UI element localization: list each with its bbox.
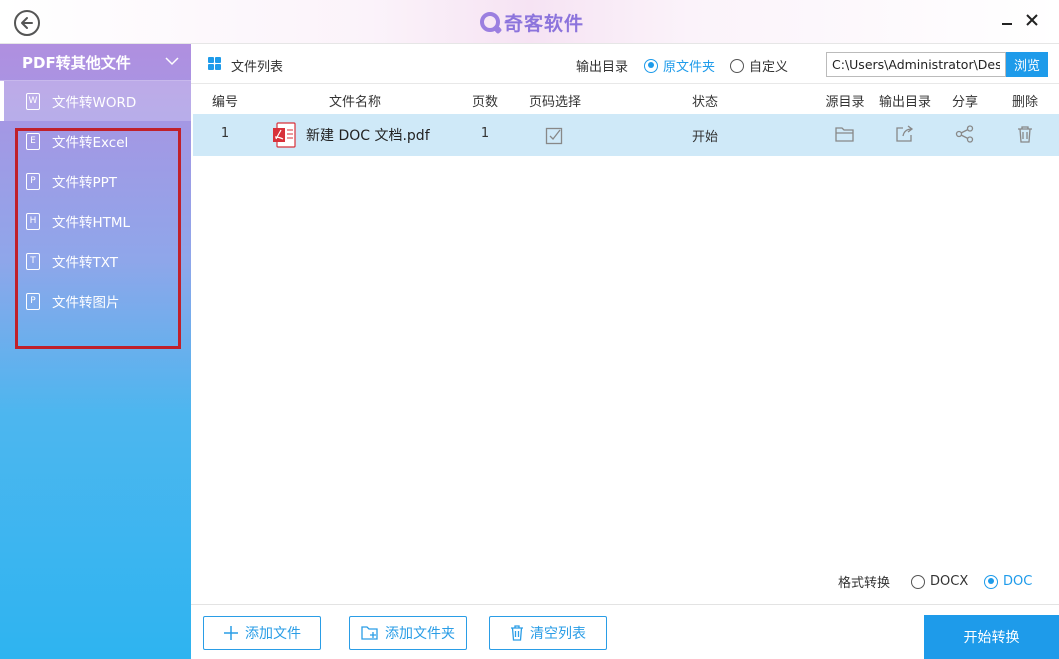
word-file-icon: W	[26, 92, 40, 110]
output-path-input[interactable]	[826, 52, 1006, 77]
radio-selected-icon	[644, 58, 658, 73]
folder-add-icon	[361, 626, 378, 640]
col-pages: 页数	[471, 95, 499, 110]
excel-file-icon: E	[26, 132, 40, 150]
col-num: 编号	[211, 95, 239, 110]
col-share: 分享	[951, 95, 979, 110]
sidebar-item-label: 文件转TXT	[52, 255, 119, 271]
export-icon[interactable]	[895, 125, 915, 143]
add-file-label: 添加文件	[245, 626, 301, 642]
trash-icon	[511, 625, 523, 641]
radio-original-folder[interactable]: 原文件夹	[644, 56, 715, 75]
col-out: 输出目录	[878, 95, 932, 110]
checkbox-icon[interactable]	[545, 125, 565, 145]
row-file-name: 新建 DOC 文档.pdf	[306, 128, 430, 144]
col-status: 状态	[691, 95, 719, 110]
title-bar: 奇客软件	[0, 0, 1059, 44]
sidebar-item-txt[interactable]: T 文件转TXT	[0, 241, 191, 281]
sidebar-header[interactable]: PDF转其他文件	[0, 44, 191, 81]
sidebar-item-label: 文件转WORD	[52, 95, 137, 111]
back-button[interactable]	[14, 10, 40, 36]
sidebar-item-word[interactable]: W 文件转WORD	[0, 81, 191, 121]
add-folder-button[interactable]: 添加文件夹	[349, 616, 467, 650]
col-del: 删除	[1011, 95, 1039, 110]
folder-icon[interactable]	[835, 125, 855, 143]
radio-unselected-icon	[911, 574, 925, 589]
add-folder-label: 添加文件夹	[385, 626, 455, 642]
sidebar-item-ppt[interactable]: P 文件转PPT	[0, 161, 191, 201]
col-src: 源目录	[825, 95, 865, 110]
col-range: 页码选择	[528, 95, 582, 110]
main-panel: 文件列表 输出目录 原文件夹 自定义 浏览 编号 文件名称 页数 页码选择 状态…	[191, 44, 1059, 659]
sidebar-item-label: 文件转PPT	[52, 175, 118, 191]
radio-custom-folder[interactable]: 自定义	[730, 56, 788, 75]
table-header: 编号 文件名称 页数 页码选择 状态 源目录 输出目录 分享 删除	[191, 85, 1059, 113]
chevron-down-icon	[165, 57, 179, 66]
close-button[interactable]	[1025, 12, 1039, 31]
toolbar: 文件列表 输出目录 原文件夹 自定义 浏览	[191, 44, 1059, 84]
col-name: 文件名称	[328, 95, 382, 110]
logo-icon	[480, 12, 500, 32]
minimize-icon	[1002, 23, 1012, 25]
grid-icon	[208, 57, 221, 70]
sidebar: PDF转其他文件 W 文件转WORD E 文件转Excel P 文件转PPT H…	[0, 44, 191, 659]
share-icon[interactable]	[955, 125, 975, 143]
output-dir-label: 输出目录	[576, 60, 629, 75]
radio-custom-label: 自定义	[749, 60, 789, 75]
image-file-icon: P	[26, 292, 40, 310]
start-convert-button[interactable]: 开始转换	[924, 615, 1059, 659]
row-pages: 1	[480, 126, 490, 141]
txt-file-icon: T	[26, 252, 40, 270]
file-list-title: 文件列表	[231, 60, 284, 75]
radio-unselected-icon	[730, 58, 744, 73]
sidebar-item-excel[interactable]: E 文件转Excel	[0, 121, 191, 161]
app-logo: 奇客软件	[480, 10, 585, 35]
close-icon	[1026, 14, 1038, 26]
sidebar-item-label: 文件转Excel	[52, 135, 129, 151]
app-title: 奇客软件	[504, 12, 585, 35]
clear-list-label: 清空列表	[530, 626, 586, 642]
row-num: 1	[220, 126, 230, 141]
radio-doc-label: DOC	[1003, 574, 1033, 589]
table-row[interactable]: 1 新建 DOC 文档.pdf 1 开始	[193, 114, 1059, 156]
sidebar-item-html[interactable]: H 文件转HTML	[0, 201, 191, 241]
row-status[interactable]: 开始	[692, 126, 718, 145]
sidebar-item-label: 文件转HTML	[52, 215, 131, 231]
clear-list-button[interactable]: 清空列表	[489, 616, 607, 650]
sidebar-header-label: PDF转其他文件	[22, 53, 131, 72]
radio-doc[interactable]: DOC	[984, 574, 1032, 589]
format-convert-label: 格式转换	[838, 576, 891, 591]
radio-docx-label: DOCX	[930, 574, 969, 589]
radio-selected-icon	[984, 574, 998, 589]
minimize-button[interactable]	[1000, 12, 1014, 31]
radio-docx[interactable]: DOCX	[911, 574, 968, 589]
plus-icon	[224, 626, 238, 640]
trash-icon[interactable]	[1016, 125, 1034, 143]
ppt-file-icon: P	[26, 172, 40, 190]
sidebar-item-label: 文件转图片	[52, 295, 120, 311]
radio-original-label: 原文件夹	[663, 60, 716, 75]
browse-button[interactable]: 浏览	[1006, 52, 1048, 77]
back-icon	[21, 17, 33, 29]
html-file-icon: H	[26, 212, 40, 230]
sidebar-item-image[interactable]: P 文件转图片	[0, 281, 191, 321]
pdf-file-icon	[273, 122, 296, 148]
add-file-button[interactable]: 添加文件	[203, 616, 321, 650]
